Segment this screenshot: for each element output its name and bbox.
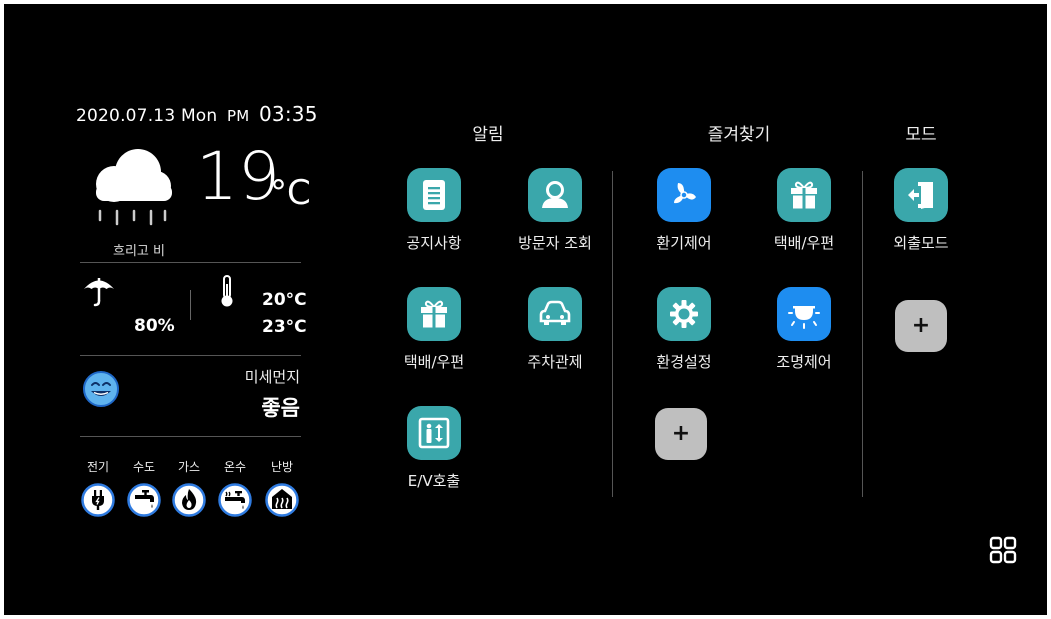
date-time: 2020.07.13 Mon PM 03:35 bbox=[76, 102, 318, 126]
add-mode-button[interactable]: + bbox=[895, 300, 947, 352]
cloud-rain-icon bbox=[96, 149, 172, 226]
add-favorite-button[interactable]: + bbox=[655, 408, 707, 460]
gift-icon bbox=[421, 300, 447, 328]
divider bbox=[190, 290, 191, 320]
utility-label: 난방 bbox=[270, 460, 294, 474]
lighting-tile[interactable] bbox=[777, 287, 831, 341]
section-title-mode: 모드 bbox=[905, 125, 937, 145]
settings-tile[interactable] bbox=[657, 287, 711, 341]
umbrella-icon bbox=[84, 278, 114, 307]
parking-tile[interactable] bbox=[528, 287, 582, 341]
app-label: 방문자 조회 bbox=[518, 234, 592, 252]
ventilation-tile[interactable] bbox=[657, 168, 711, 222]
section-title-favorites: 즐겨찾기 bbox=[707, 125, 771, 145]
utility-label: 수도 bbox=[132, 460, 156, 474]
parcel-tile[interactable] bbox=[777, 168, 831, 222]
column-divider bbox=[612, 171, 613, 497]
divider bbox=[80, 355, 301, 356]
app-label: 택배/우편 bbox=[773, 234, 835, 252]
app-label: 주차관제 bbox=[527, 353, 583, 371]
elevator-icon bbox=[418, 417, 450, 449]
thermometer-icon bbox=[221, 275, 233, 307]
humidity-value: 80% bbox=[134, 316, 175, 336]
column-divider bbox=[862, 171, 863, 497]
home-screen: 2020.07.13 Mon PM 03:35 19 °C 흐리고 비 80% … bbox=[4, 4, 1047, 615]
light-icon bbox=[788, 306, 820, 329]
parcel-tile[interactable] bbox=[407, 287, 461, 341]
app-elevator[interactable]: E/V호출 bbox=[379, 406, 489, 491]
fine-dust-value: 좋음 bbox=[261, 396, 300, 420]
car-icon bbox=[539, 300, 571, 325]
temperature-low: 23°C bbox=[262, 317, 307, 337]
app-label: 환기제어 bbox=[656, 234, 712, 252]
utility-label: 가스 bbox=[177, 460, 201, 474]
app-settings[interactable]: 환경설정 bbox=[629, 287, 739, 372]
app-label: 택배/우편 bbox=[403, 353, 465, 371]
visitor-tile[interactable] bbox=[528, 168, 582, 222]
faucet-icon[interactable] bbox=[127, 483, 161, 517]
flame-icon[interactable] bbox=[172, 483, 206, 517]
utility-label: 전기 bbox=[86, 460, 110, 474]
gear-icon bbox=[670, 300, 698, 328]
notice-icon bbox=[423, 180, 445, 210]
heating-icon[interactable] bbox=[265, 483, 299, 517]
grid-menu-icon[interactable] bbox=[987, 534, 1019, 566]
notice-tile[interactable] bbox=[407, 168, 461, 222]
hot-water-icon[interactable] bbox=[218, 483, 252, 517]
away-mode-tile[interactable] bbox=[894, 168, 948, 222]
app-ventilation[interactable]: 환기제어 bbox=[629, 168, 739, 253]
plug-icon[interactable] bbox=[81, 483, 115, 517]
elevator-tile[interactable] bbox=[407, 406, 461, 460]
app-notice[interactable]: 공지사항 bbox=[379, 168, 489, 253]
app-parking[interactable]: 주차관제 bbox=[500, 287, 610, 372]
app-label: 환경설정 bbox=[656, 353, 712, 371]
app-parcel-favorite[interactable]: 택배/우편 bbox=[749, 168, 859, 253]
app-label: 공지사항 bbox=[406, 234, 462, 252]
app-label: 조명제어 bbox=[776, 353, 832, 371]
section-title-alerts: 알림 bbox=[472, 125, 504, 145]
smile-face-icon bbox=[83, 371, 119, 407]
weather-description: 흐리고 비 bbox=[113, 244, 165, 259]
temperature-unit: °C bbox=[270, 173, 311, 213]
current-temperature: 19 bbox=[196, 138, 280, 215]
temperature-high: 20°C bbox=[262, 290, 307, 310]
utility-label: 온수 bbox=[223, 460, 247, 474]
divider bbox=[80, 436, 301, 437]
app-lighting[interactable]: 조명제어 bbox=[749, 287, 859, 372]
divider bbox=[80, 262, 301, 263]
app-visitor[interactable]: 방문자 조회 bbox=[500, 168, 610, 253]
gift-icon bbox=[791, 181, 817, 209]
fine-dust-label: 미세먼지 bbox=[244, 368, 300, 386]
app-label: 외출모드 bbox=[893, 234, 949, 252]
date-text: 2020.07.13 Mon bbox=[76, 106, 218, 126]
app-label: E/V호출 bbox=[407, 472, 461, 490]
visitor-icon bbox=[542, 181, 568, 208]
app-parcel[interactable]: 택배/우편 bbox=[379, 287, 489, 372]
fan-icon bbox=[674, 183, 696, 204]
clock-text: 03:35 bbox=[259, 102, 318, 126]
app-away-mode[interactable]: 외출모드 bbox=[866, 168, 976, 253]
ampm-text: PM bbox=[227, 107, 250, 125]
exit-door-icon bbox=[908, 182, 933, 209]
